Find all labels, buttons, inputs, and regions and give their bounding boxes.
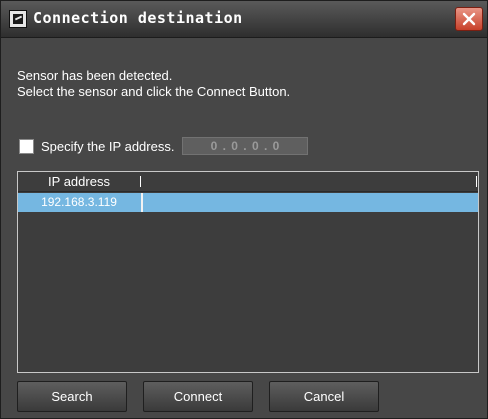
title-bar[interactable]: Connection destination <box>1 1 487 38</box>
table-row[interactable]: 192.168.3.119 <box>18 193 478 212</box>
cell-divider <box>141 193 143 212</box>
instruction-message: Select the sensor and click the Connect … <box>17 84 291 99</box>
specify-ip-label[interactable]: Specify the IP address. <box>41 139 174 154</box>
detected-message: Sensor has been detected. <box>17 68 173 83</box>
column-divider[interactable] <box>476 176 477 187</box>
column-divider[interactable] <box>140 176 141 187</box>
sensor-table: IP address 192.168.3.119 <box>17 171 479 373</box>
cancel-button[interactable]: Cancel <box>269 381 379 412</box>
ip-address-field[interactable]: 0 . 0 . 0 . 0 <box>182 137 309 155</box>
close-icon <box>462 12 476 26</box>
connection-destination-dialog: Connection destination Sensor has been d… <box>0 0 488 419</box>
connect-button[interactable]: Connect <box>143 381 253 412</box>
app-icon <box>9 10 27 28</box>
dialog-title: Connection destination <box>33 9 243 27</box>
column-header-ip-address[interactable]: IP address <box>18 172 140 191</box>
table-header: IP address <box>18 172 478 192</box>
search-button[interactable]: Search <box>17 381 127 412</box>
specify-ip-checkbox[interactable] <box>19 138 34 154</box>
ip-specify-row: Specify the IP address. 0 . 0 . 0 . 0 <box>19 137 309 155</box>
ip-address-cell[interactable]: 192.168.3.119 <box>18 193 140 212</box>
close-button[interactable] <box>455 7 483 31</box>
